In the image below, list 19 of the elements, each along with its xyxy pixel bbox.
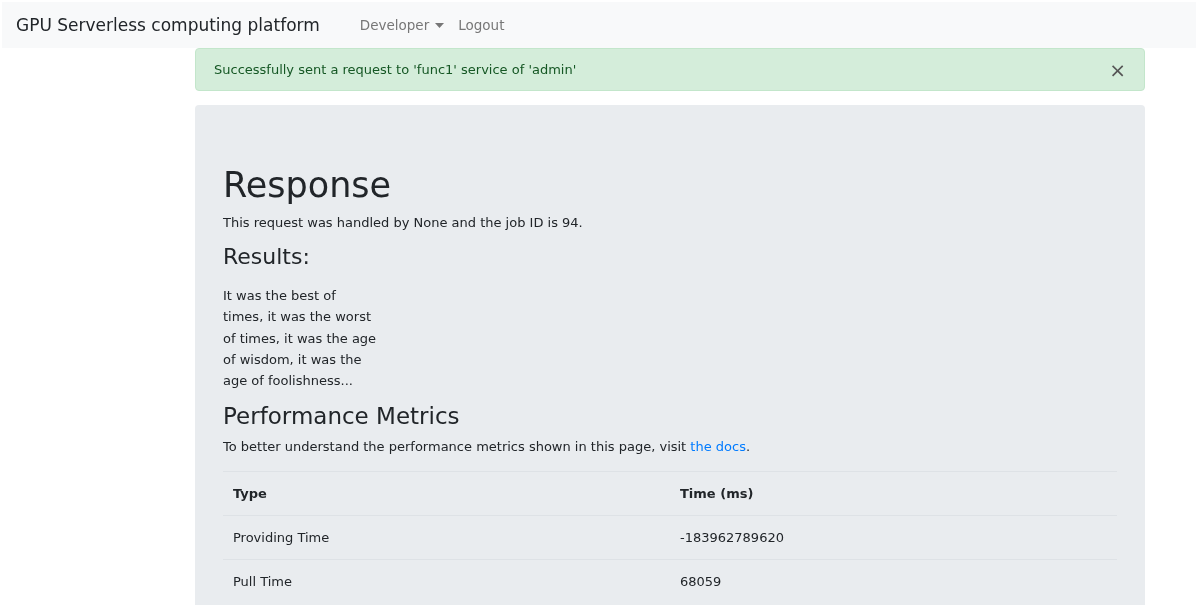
handled-text: This request was handled by None and the job ID is 94. [223,214,584,232]
results-heading: Results: [223,243,311,271]
table-cell: -183962789620 [670,516,1117,560]
column-header: Type [223,472,670,516]
nav-dropdown[interactable]: Developer [359,17,445,33]
close-button[interactable]: × [1109,57,1126,82]
results-text: It was the best of times, it was the worst of times, it was the age of wisdom, it was the age of foolishness... [223,287,378,391]
column-header: Time (ms) [670,472,1117,516]
response-heading: Response [223,164,393,207]
metrics-text: To better understand the performance metrics shown in this page, visit the docs. [223,438,752,457]
brand-title[interactable]: GPU Serverless computing platform [16,15,320,35]
table-cell: Pull Time [223,560,670,604]
docs-link[interactable]: the docs [690,439,746,455]
table-cell: Providing Time [223,516,670,560]
caret-icon [435,22,445,28]
alert-message: Successfully sent a request to 'func1' service of 'admin' [214,62,577,77]
nav-link[interactable]: Logout [458,17,505,33]
metrics-heading: Performance Metrics [223,402,461,432]
table-cell: 68059 [670,560,1117,604]
